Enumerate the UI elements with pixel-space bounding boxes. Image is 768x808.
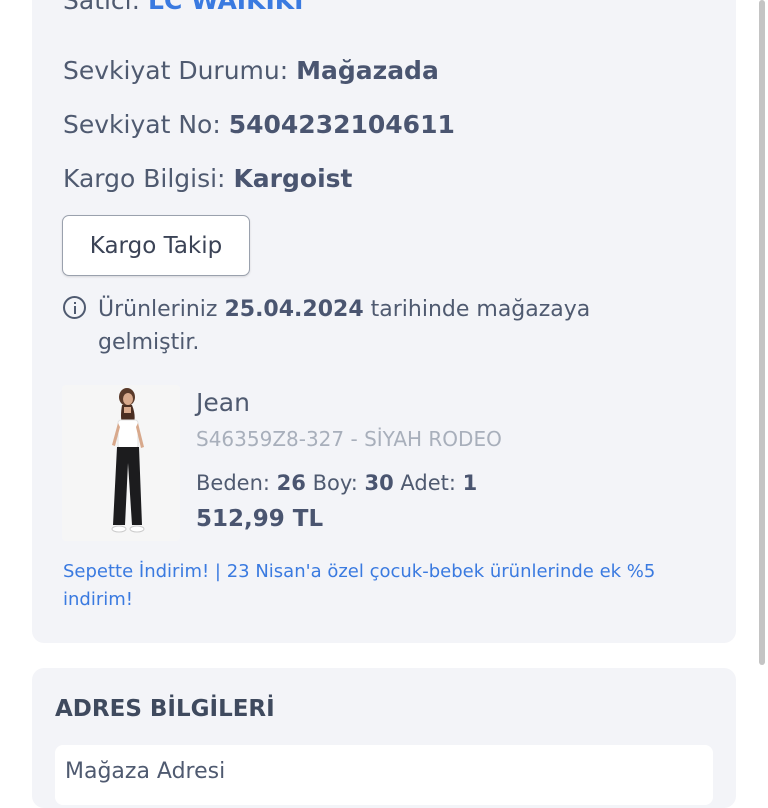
delivery-info-text: Ürünleriniz 25.04.2024 tarihinde mağazay…	[63, 293, 663, 359]
status-label: Sevkiyat Durumu:	[63, 56, 289, 85]
page-scrollbar[interactable]	[759, 0, 765, 665]
product-code: S46359Z8-327 - SİYAH RODEO	[196, 427, 502, 451]
product-attributes: Beden: 26 Boy: 30 Adet: 1	[196, 471, 477, 495]
cargo-track-button[interactable]: Kargo Takip	[62, 215, 250, 276]
cargo-value: Kargoist	[233, 164, 353, 193]
shipment-number: Sevkiyat No: 5404232104611	[63, 110, 455, 139]
product-price: 512,99 TL	[196, 506, 324, 532]
qty-value: 1	[462, 471, 478, 495]
address-box: Mağaza Adresi	[55, 745, 713, 805]
size-value: 26	[276, 471, 306, 495]
seller-line: Satıcı: LC WAIKIKI	[63, 0, 303, 15]
product-name[interactable]: Jean	[196, 388, 250, 417]
shipment-status: Sevkiyat Durumu: Mağazada	[63, 56, 439, 85]
status-value: Mağazada	[296, 56, 439, 85]
cargo-info: Kargo Bilgisi: Kargoist	[63, 164, 352, 193]
info-prefix: Ürünleriniz	[98, 297, 218, 322]
promo-text[interactable]: Sepette İndirim! | 23 Nisan'a özel çocuk…	[63, 558, 693, 614]
address-first-line: Mağaza Adresi	[65, 759, 226, 784]
length-value: 30	[364, 471, 394, 495]
seller-label: Satıcı:	[63, 0, 141, 15]
info-date: 25.04.2024	[224, 297, 364, 322]
product-image[interactable]	[62, 385, 180, 541]
address-section-title: ADRES BİLGİLERİ	[55, 696, 275, 722]
delivery-info: Ürünleriniz 25.04.2024 tarihinde mağazay…	[63, 293, 663, 359]
length-label: Boy:	[312, 471, 358, 495]
seller-link[interactable]: LC WAIKIKI	[148, 0, 303, 15]
product-photo-illustration	[62, 385, 180, 541]
info-icon	[63, 296, 86, 319]
qty-label: Adet:	[400, 471, 456, 495]
number-label: Sevkiyat No:	[63, 110, 221, 139]
size-label: Beden:	[196, 471, 270, 495]
number-value: 5404232104611	[228, 110, 455, 139]
cargo-label: Kargo Bilgisi:	[63, 164, 226, 193]
